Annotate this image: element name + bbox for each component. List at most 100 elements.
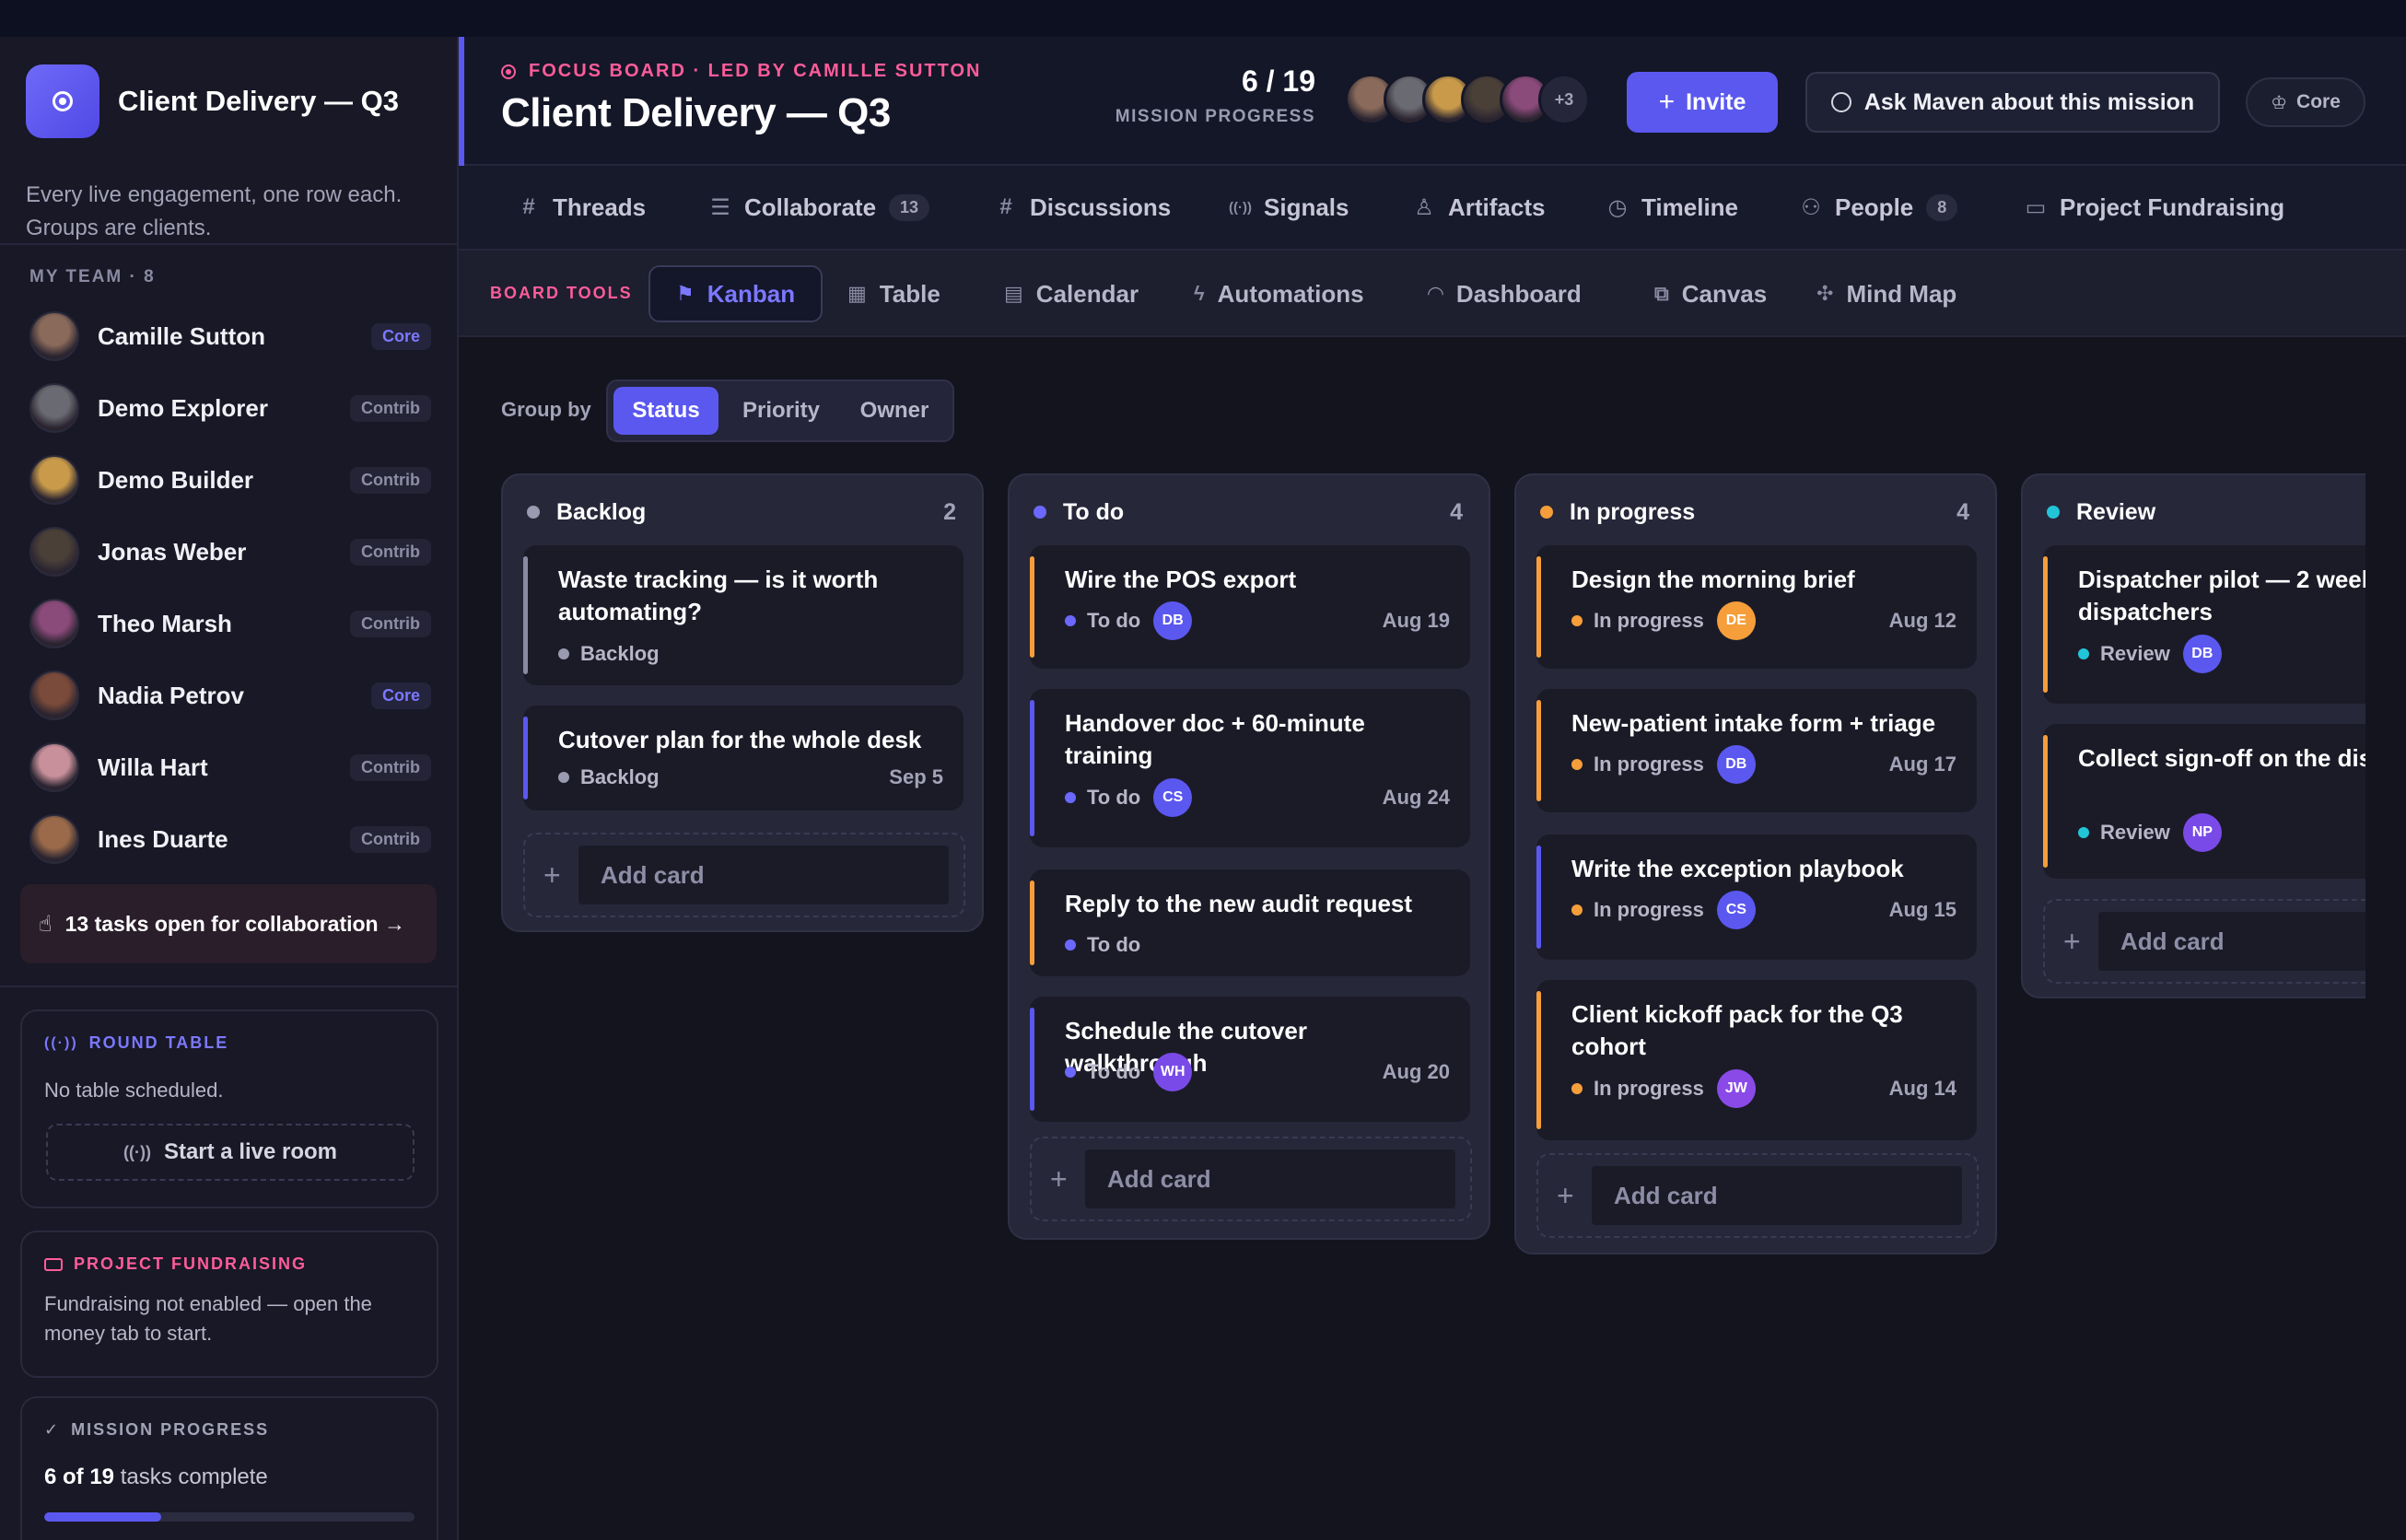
- tab-signals[interactable]: ((·)) Signals: [1229, 166, 1349, 249]
- plan-label: Core: [2296, 91, 2341, 112]
- mission-tabs: # Threads ☰ Collaborate 13 # Discussions ((·)) S…: [459, 166, 2406, 251]
- target-icon[interactable]: [26, 64, 99, 138]
- tab-people[interactable]: ⚇ People 8: [1800, 166, 1958, 249]
- card-due-date: Aug 19: [1382, 609, 1450, 632]
- tab-project-fundraising[interactable]: ▭ Project Fundraising: [2025, 166, 2285, 249]
- task-card[interactable]: New-patient intake form + triage In progr…: [1536, 689, 1977, 812]
- tab-discussions[interactable]: # Discussions: [995, 166, 1171, 249]
- avatar: [29, 311, 79, 361]
- sidebar: Client Delivery — Q3 Every live engageme…: [0, 37, 459, 1540]
- member-avatar-stack[interactable]: +3: [1345, 74, 1590, 127]
- add-card-button[interactable]: + Add card: [1030, 1137, 1472, 1221]
- assignee-avatar[interactable]: DE: [1716, 601, 1756, 640]
- task-card[interactable]: Schedule the cutover walkthrough To do WH A…: [1030, 997, 1470, 1122]
- status-dot: [2078, 827, 2089, 838]
- task-card[interactable]: Wire the POS export To do DB Aug 19: [1030, 545, 1470, 669]
- ask-maven-button[interactable]: Ask Maven about this mission: [1805, 72, 2220, 133]
- tool-table[interactable]: ▦ Table: [822, 265, 966, 322]
- group-by-status[interactable]: Status: [613, 387, 718, 435]
- ask-maven-label: Ask Maven about this mission: [1863, 88, 2195, 115]
- assignee-avatar[interactable]: CS: [1716, 891, 1756, 929]
- invite-button[interactable]: + Invite: [1627, 72, 1778, 133]
- tool-icon: ▤: [1004, 282, 1023, 305]
- group-by-priority[interactable]: Priority: [726, 387, 836, 435]
- tool-kanban[interactable]: ⚑ Kanban: [648, 265, 823, 322]
- add-card-input[interactable]: Add card: [578, 846, 949, 904]
- add-card-button[interactable]: + Add card: [523, 833, 965, 917]
- plus-icon: +: [1557, 1179, 1574, 1212]
- tool-icon: ▦: [847, 282, 867, 305]
- add-card-input[interactable]: Add card: [1085, 1149, 1455, 1208]
- workspace-title: Client Delivery — Q3: [118, 85, 399, 117]
- assignee-avatar[interactable]: DB: [1153, 601, 1193, 640]
- tool-icon: ϟ: [1194, 282, 1205, 305]
- task-card[interactable]: Client kickoff pack for the Q3 cohort In …: [1536, 980, 1977, 1140]
- assignee-avatar[interactable]: DB: [2182, 635, 2222, 673]
- tab-threads[interactable]: # Threads: [518, 166, 646, 249]
- card-title: Wire the POS export: [1065, 566, 1297, 593]
- check-icon: ✓: [44, 1420, 61, 1439]
- assignee-avatar[interactable]: CS: [1153, 778, 1193, 817]
- assignee-avatar[interactable]: DB: [1716, 745, 1756, 784]
- team-member[interactable]: Nadia Petrov Core: [29, 667, 431, 724]
- card-meta: In progress CS Aug 15: [1571, 890, 1956, 930]
- team-member[interactable]: Camille Sutton Core: [29, 308, 431, 365]
- assignee-avatar[interactable]: JW: [1716, 1069, 1756, 1108]
- kanban-column-backlog: Backlog 2 Waste tracking — is it worth aut…: [501, 473, 984, 932]
- team-member[interactable]: Jonas Weber Contrib: [29, 523, 431, 580]
- round-table-label: ((·)) ROUND TABLE: [44, 1033, 228, 1053]
- tool-calendar[interactable]: ▤ Calendar: [978, 265, 1164, 322]
- tab-artifacts[interactable]: ♙ Artifacts: [1413, 166, 1545, 249]
- mission-progress-label: ✓ MISSION PROGRESS: [44, 1420, 269, 1440]
- mission-progress-caption: MISSION PROGRESS: [1115, 107, 1315, 126]
- card-meta: Backlog Sep 5: [558, 757, 943, 798]
- task-card[interactable]: Cutover plan for the whole desk Backlog Se…: [523, 706, 964, 811]
- team-member[interactable]: Willa Hart Contrib: [29, 739, 431, 796]
- task-card[interactable]: Waste tracking — is it worth automating?…: [523, 545, 964, 685]
- task-card[interactable]: Collect sign-off on the dis pilot Review N…: [2043, 724, 2365, 879]
- team-member[interactable]: Demo Explorer Contrib: [29, 379, 431, 437]
- add-card-button[interactable]: + Add card: [1536, 1153, 1979, 1238]
- tool-dashboard[interactable]: ◠ Dashboard: [1402, 265, 1607, 322]
- team-member[interactable]: Ines Duarte Contrib: [29, 811, 431, 868]
- team-member[interactable]: Theo Marsh Contrib: [29, 595, 431, 652]
- mission-progress-done: 6 of 19: [44, 1464, 115, 1489]
- add-card-input[interactable]: Add card: [2098, 912, 2365, 971]
- collab-banner[interactable]: ☝ 13 tasks open for collaboration →: [20, 884, 437, 963]
- assignee-avatar[interactable]: NP: [2182, 813, 2222, 852]
- mission-progress-value: 6 / 19: [1241, 64, 1315, 98]
- tool-canvas[interactable]: ⧉ Canvas: [1629, 265, 1793, 322]
- tab-collaborate[interactable]: ☰ Collaborate 13: [709, 166, 930, 249]
- tab-label: People: [1835, 192, 1914, 221]
- start-live-room-button[interactable]: ((·)) Start a live room: [46, 1124, 415, 1181]
- card-priority-bar: [1536, 846, 1541, 949]
- tool-label: Kanban: [707, 279, 796, 308]
- task-card[interactable]: Handover doc + 60-minute training To do CS…: [1030, 689, 1470, 847]
- team-member[interactable]: Demo Builder Contrib: [29, 451, 431, 508]
- group-by-owner[interactable]: Owner: [840, 387, 949, 435]
- member-role-badge: Core: [370, 322, 431, 350]
- tab-timeline[interactable]: ◷ Timeline: [1606, 166, 1739, 249]
- task-card[interactable]: Reply to the new audit request To do: [1030, 869, 1470, 976]
- card-due-date: Aug 14: [1888, 1077, 1956, 1100]
- add-card-input[interactable]: Add card: [1592, 1166, 1962, 1225]
- card-due-date: Aug 12: [1888, 609, 1956, 632]
- fundraising-panel: PROJECT FUNDRAISING Fundraising not enab…: [20, 1231, 438, 1378]
- fundraising-label-text: PROJECT FUNDRAISING: [74, 1254, 308, 1273]
- tab-label: Collaborate: [744, 192, 877, 221]
- add-card-button[interactable]: + Add card: [2043, 899, 2365, 984]
- tool-mind-map[interactable]: ✣ Mind Map: [1791, 265, 1982, 322]
- plan-badge[interactable]: ♔ Core: [2246, 77, 2365, 127]
- task-card[interactable]: Design the morning brief In progress DE Aug…: [1536, 545, 1977, 669]
- tool-automations[interactable]: ϟ Automations: [1168, 265, 1390, 322]
- member-name: Demo Explorer: [98, 393, 268, 422]
- member-role-badge: Contrib: [350, 825, 431, 853]
- task-card[interactable]: Write the exception playbook In progress C…: [1536, 834, 1977, 960]
- card-meta: Backlog: [558, 634, 943, 674]
- mission-progress-bar: [44, 1512, 415, 1522]
- round-table-label-text: ROUND TABLE: [88, 1033, 229, 1052]
- divider: [0, 243, 459, 245]
- assignee-avatar[interactable]: WH: [1153, 1053, 1193, 1091]
- card-priority-bar: [1030, 700, 1034, 836]
- task-card[interactable]: Dispatcher pilot — 2 week dispatchers Rev…: [2043, 545, 2365, 704]
